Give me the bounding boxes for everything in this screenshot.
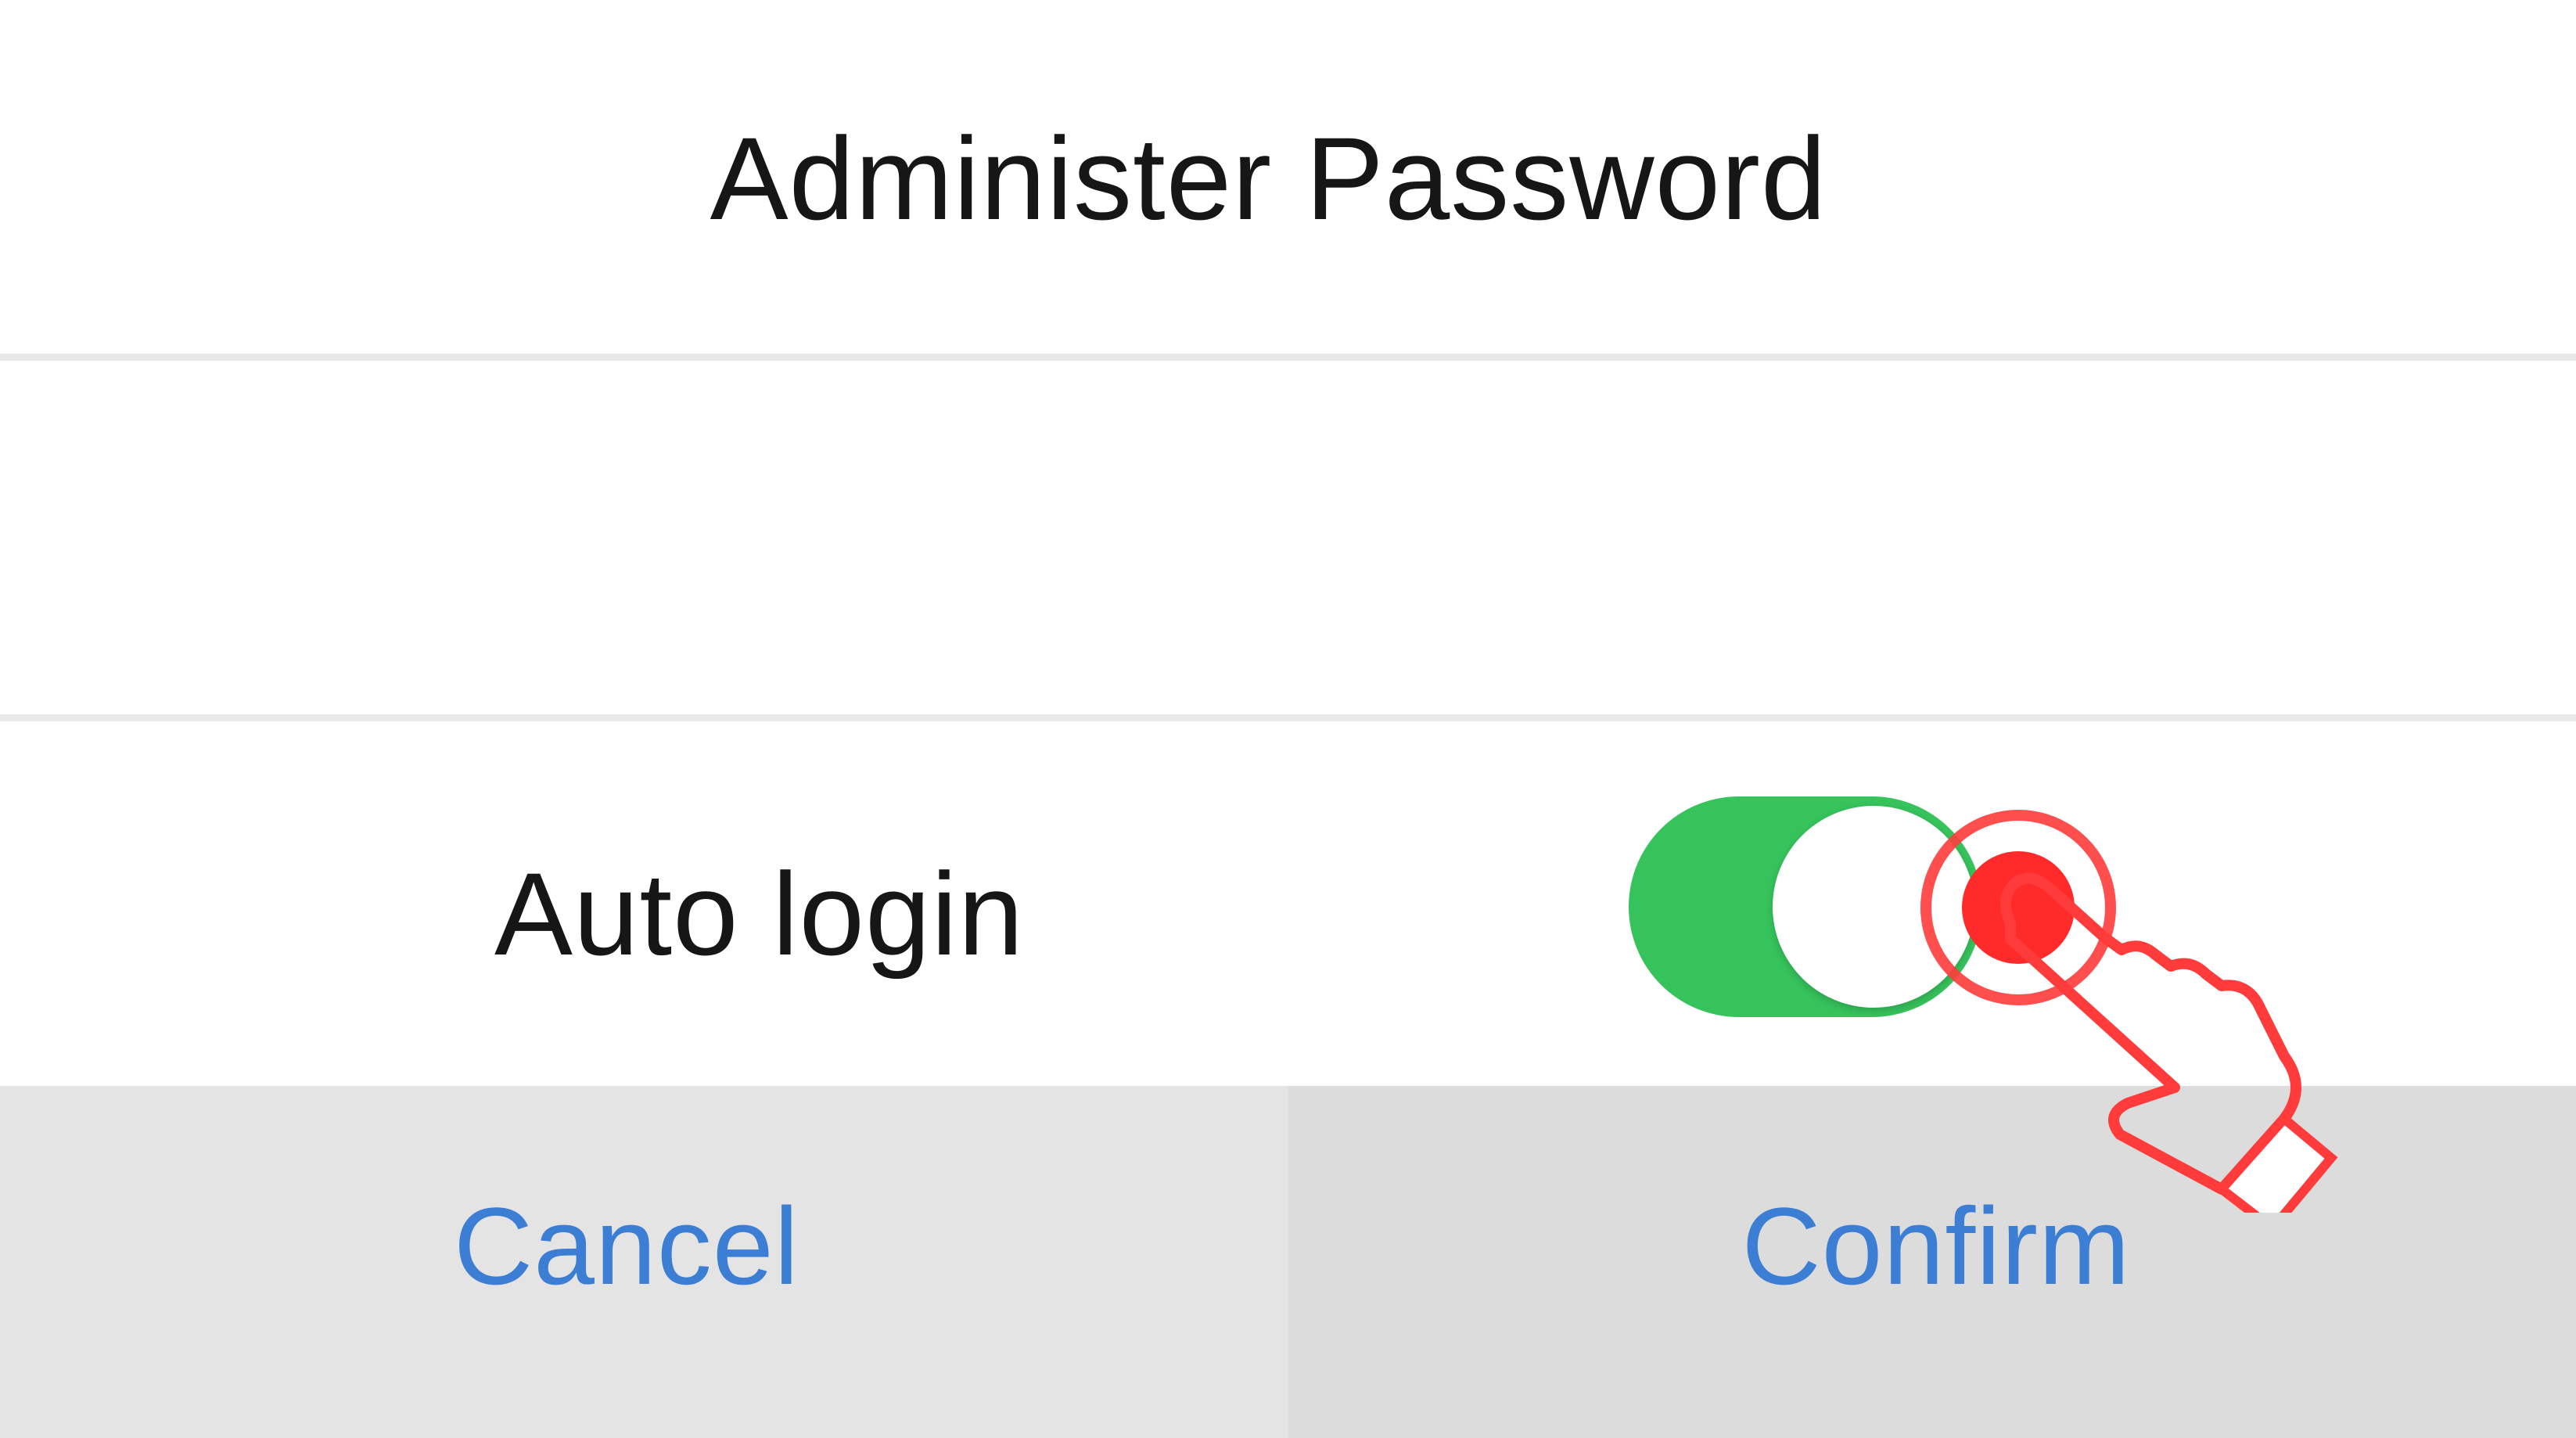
divider [0,354,2576,361]
divider [0,714,2576,721]
auto-login-row: Auto login [0,721,2576,1086]
auto-login-toggle[interactable] [1629,796,1982,1017]
cancel-label: Cancel [454,1185,799,1307]
confirm-label: Confirm [1741,1185,2131,1307]
toggle-knob [1773,806,1974,1008]
cancel-button[interactable]: Cancel [0,1086,1288,1438]
dialog-title: Administer Password [710,113,1827,244]
dialog-header: Administer Password [0,0,2576,356]
auto-login-label: Auto login [494,848,1025,980]
password-row[interactable] [0,361,2576,714]
password-dialog: Administer Password Auto login Cancel Co… [0,0,2576,1438]
password-input[interactable] [94,392,2483,683]
confirm-button[interactable]: Confirm [1288,1086,2576,1438]
dialog-actions: Cancel Confirm [0,1086,2576,1438]
